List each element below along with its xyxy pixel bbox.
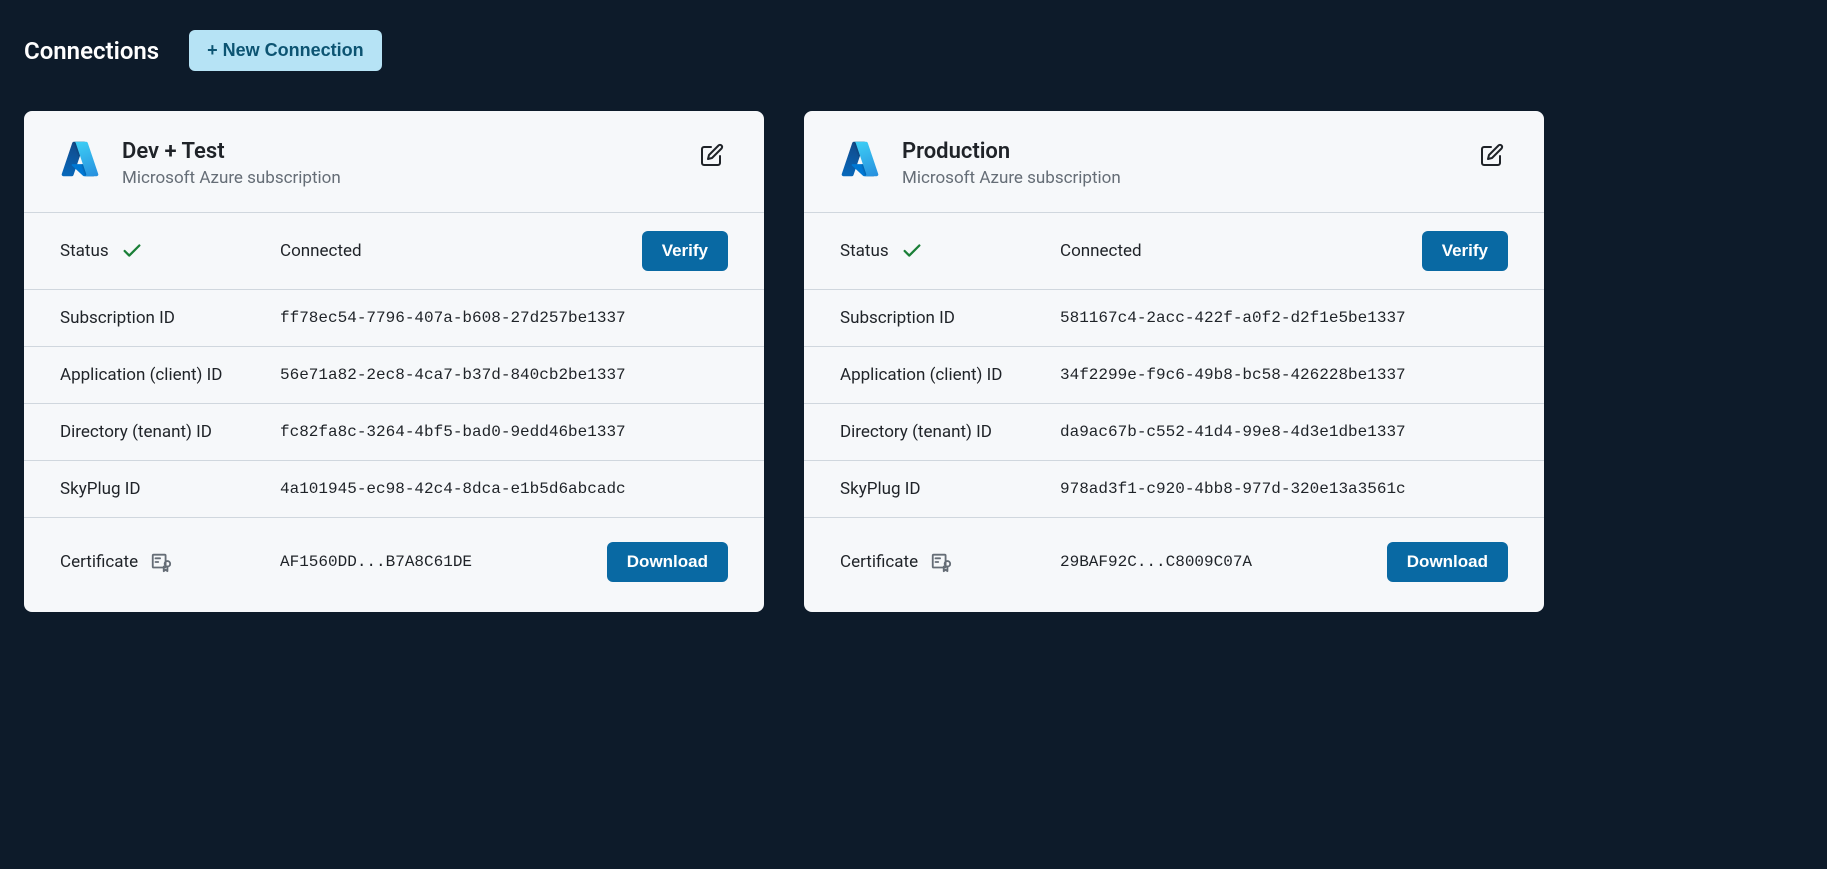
verify-button[interactable]: Verify <box>1422 231 1508 271</box>
application-label: Application (client) ID <box>60 365 280 385</box>
card-header: Production Microsoft Azure subscription <box>804 111 1544 213</box>
status-value: Connected <box>280 241 642 261</box>
connection-subtitle: Microsoft Azure subscription <box>902 168 1476 188</box>
certificate-label: Certificate <box>60 551 280 573</box>
download-button[interactable]: Download <box>1387 542 1508 582</box>
connection-card: Production Microsoft Azure subscription … <box>804 111 1544 612</box>
connections-list: Dev + Test Microsoft Azure subscription … <box>24 111 1803 612</box>
connection-card: Dev + Test Microsoft Azure subscription … <box>24 111 764 612</box>
directory-label: Directory (tenant) ID <box>840 422 1060 442</box>
certificate-label-text: Certificate <box>60 552 138 572</box>
connection-title: Production <box>902 139 1476 164</box>
certificate-icon <box>150 551 172 573</box>
directory-label: Directory (tenant) ID <box>60 422 280 442</box>
certificate-value: AF1560DD...B7A8C61DE <box>280 553 607 571</box>
subscription-label: Subscription ID <box>840 308 1060 328</box>
edit-button[interactable] <box>1476 139 1508 174</box>
page-title: Connections <box>24 37 159 65</box>
connection-subtitle: Microsoft Azure subscription <box>122 168 696 188</box>
certificate-label: Certificate <box>840 551 1060 573</box>
azure-icon <box>60 139 100 179</box>
check-icon <box>901 240 923 262</box>
skyplug-row: SkyPlug ID 978ad3f1-c920-4bb8-977d-320e1… <box>804 461 1544 518</box>
subscription-value: ff78ec54-7796-407a-b608-27d257be1337 <box>280 309 728 327</box>
certificate-row: Certificate 29BAF92C...C8009C07A Downloa… <box>804 518 1544 612</box>
directory-value: da9ac67b-c552-41d4-99e8-4d3e1dbe1337 <box>1060 423 1508 441</box>
status-label-text: Status <box>60 241 109 261</box>
skyplug-label: SkyPlug ID <box>840 479 1060 499</box>
directory-value: fc82fa8c-3264-4bf5-bad0-9edd46be1337 <box>280 423 728 441</box>
subscription-row: Subscription ID ff78ec54-7796-407a-b608-… <box>24 290 764 347</box>
verify-button[interactable]: Verify <box>642 231 728 271</box>
card-header-text: Dev + Test Microsoft Azure subscription <box>122 139 696 188</box>
edit-icon <box>700 143 724 167</box>
card-header-text: Production Microsoft Azure subscription <box>902 139 1476 188</box>
certificate-label-text: Certificate <box>840 552 918 572</box>
edit-button[interactable] <box>696 139 728 174</box>
certificate-row: Certificate AF1560DD...B7A8C61DE Downloa… <box>24 518 764 612</box>
subscription-label: Subscription ID <box>60 308 280 328</box>
subscription-row: Subscription ID 581167c4-2acc-422f-a0f2-… <box>804 290 1544 347</box>
application-value: 56e71a82-2ec8-4ca7-b37d-840cb2be1337 <box>280 366 728 384</box>
status-label-text: Status <box>840 241 889 261</box>
application-value: 34f2299e-f9c6-49b8-bc58-426228be1337 <box>1060 366 1508 384</box>
skyplug-row: SkyPlug ID 4a101945-ec98-42c4-8dca-e1b5d… <box>24 461 764 518</box>
status-label: Status <box>60 240 280 262</box>
download-button[interactable]: Download <box>607 542 728 582</box>
connection-title: Dev + Test <box>122 139 696 164</box>
azure-icon <box>840 139 880 179</box>
new-connection-button[interactable]: + New Connection <box>189 30 382 71</box>
skyplug-value: 4a101945-ec98-42c4-8dca-e1b5d6abcadc <box>280 480 728 498</box>
status-row: Status Connected Verify <box>24 213 764 290</box>
directory-row: Directory (tenant) ID fc82fa8c-3264-4bf5… <box>24 404 764 461</box>
card-header: Dev + Test Microsoft Azure subscription <box>24 111 764 213</box>
edit-icon <box>1480 143 1504 167</box>
directory-row: Directory (tenant) ID da9ac67b-c552-41d4… <box>804 404 1544 461</box>
status-value: Connected <box>1060 241 1422 261</box>
status-row: Status Connected Verify <box>804 213 1544 290</box>
subscription-value: 581167c4-2acc-422f-a0f2-d2f1e5be1337 <box>1060 309 1508 327</box>
certificate-value: 29BAF92C...C8009C07A <box>1060 553 1387 571</box>
application-row: Application (client) ID 56e71a82-2ec8-4c… <box>24 347 764 404</box>
status-label: Status <box>840 240 1060 262</box>
application-label: Application (client) ID <box>840 365 1060 385</box>
application-row: Application (client) ID 34f2299e-f9c6-49… <box>804 347 1544 404</box>
page-header: Connections + New Connection <box>24 30 1803 71</box>
certificate-icon <box>930 551 952 573</box>
check-icon <box>121 240 143 262</box>
skyplug-value: 978ad3f1-c920-4bb8-977d-320e13a3561c <box>1060 480 1508 498</box>
skyplug-label: SkyPlug ID <box>60 479 280 499</box>
